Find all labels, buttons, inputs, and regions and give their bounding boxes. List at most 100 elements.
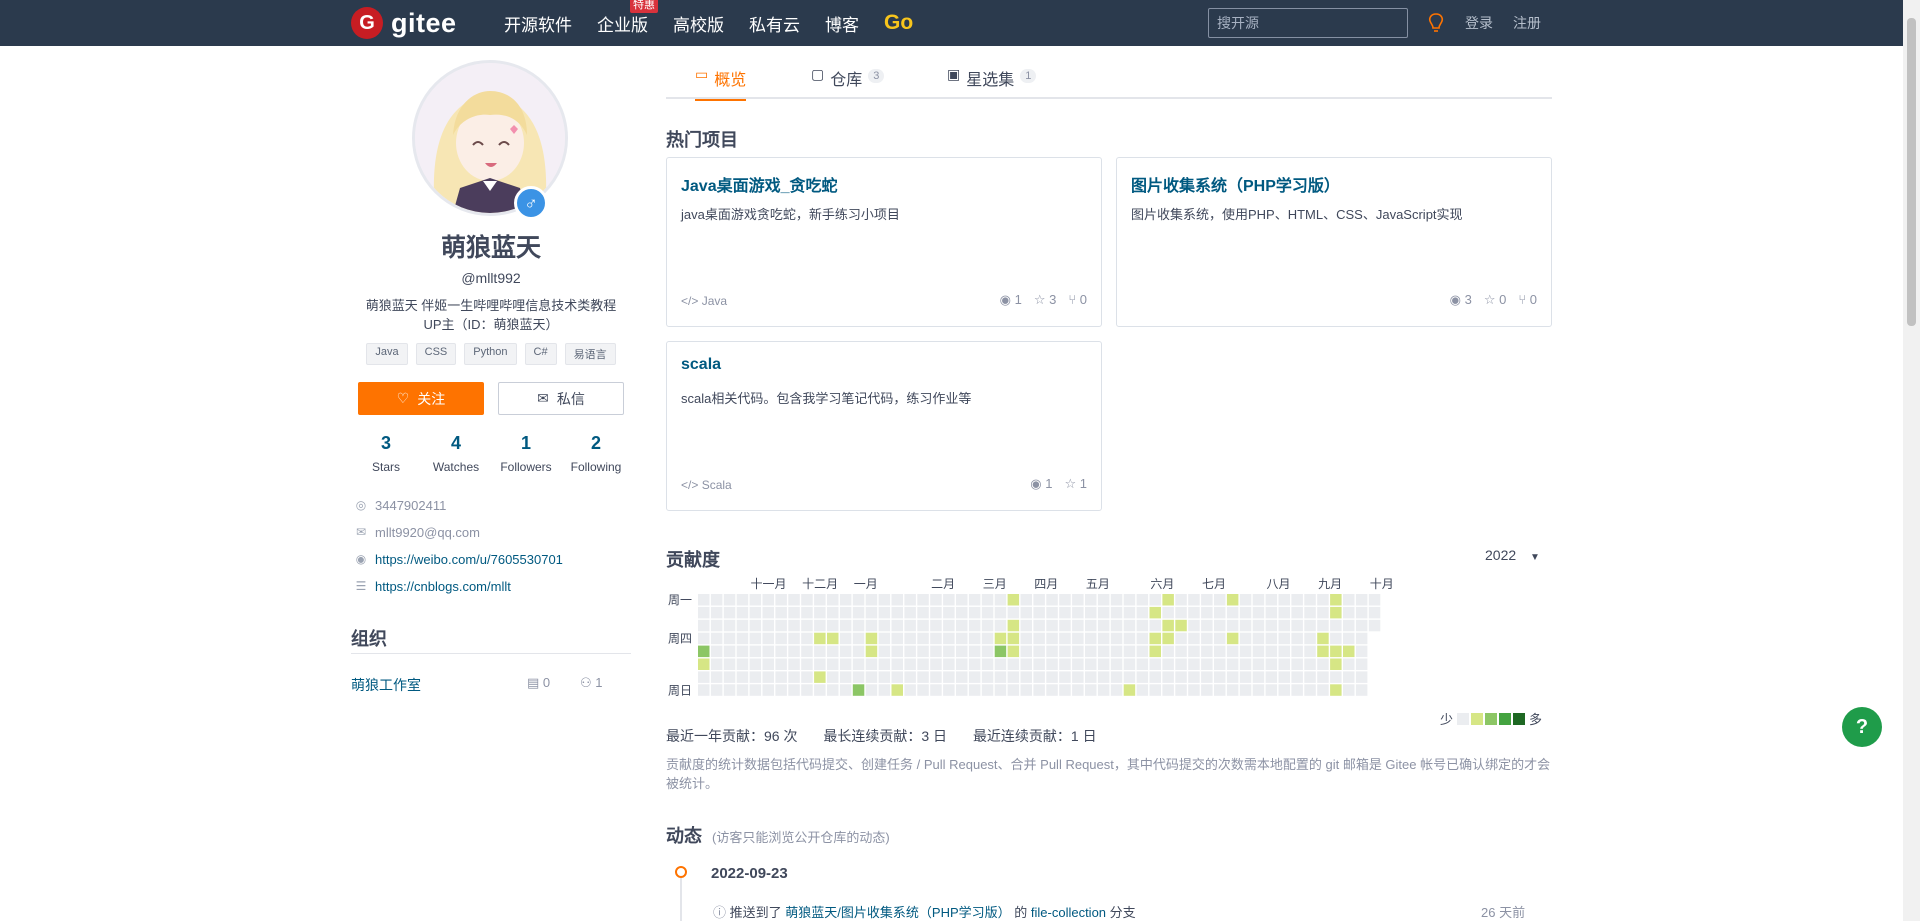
contribution-cell[interactable] bbox=[775, 632, 787, 645]
contribution-cell[interactable] bbox=[1278, 658, 1291, 671]
contribution-cell[interactable] bbox=[1136, 645, 1149, 658]
contribution-cell[interactable] bbox=[968, 658, 981, 671]
contribution-cell[interactable] bbox=[1097, 684, 1110, 696]
contribution-cell[interactable] bbox=[981, 594, 994, 606]
contribution-cell[interactable] bbox=[1059, 671, 1071, 683]
contribution-cell[interactable] bbox=[1291, 606, 1303, 619]
contribution-cell[interactable] bbox=[736, 619, 749, 632]
contribution-cell[interactable] bbox=[1278, 594, 1291, 606]
contribution-cell[interactable] bbox=[1304, 671, 1316, 683]
contribution-cell[interactable] bbox=[943, 632, 955, 645]
contribution-cell[interactable] bbox=[1085, 684, 1097, 696]
contribution-cell[interactable] bbox=[1214, 671, 1226, 683]
contribution-cell[interactable] bbox=[1278, 684, 1291, 696]
contribution-cell[interactable] bbox=[1175, 645, 1187, 658]
contribution-cell[interactable] bbox=[1033, 645, 1045, 658]
contribution-cell[interactable] bbox=[1239, 606, 1252, 619]
contribution-cell[interactable] bbox=[1149, 658, 1162, 671]
contribution-cell[interactable] bbox=[1330, 619, 1342, 632]
contribution-cell[interactable] bbox=[1317, 645, 1329, 658]
contribution-cell[interactable] bbox=[1304, 645, 1316, 658]
contribution-cell[interactable] bbox=[904, 684, 916, 696]
contribution-cell[interactable] bbox=[1265, 671, 1278, 683]
contribution-cell[interactable] bbox=[1226, 645, 1239, 658]
contribution-cell[interactable] bbox=[1291, 671, 1303, 683]
contribution-cell[interactable] bbox=[1226, 671, 1239, 683]
contribution-cell[interactable] bbox=[878, 619, 891, 632]
contribution-cell[interactable] bbox=[1085, 594, 1097, 606]
contribution-cell[interactable] bbox=[1007, 645, 1020, 658]
contribution-cell[interactable] bbox=[1304, 594, 1316, 606]
contribution-cell[interactable] bbox=[1097, 658, 1110, 671]
contribution-cell[interactable] bbox=[1368, 619, 1381, 632]
contribution-cell[interactable] bbox=[1188, 594, 1200, 606]
contribution-cell[interactable] bbox=[839, 645, 852, 658]
contribution-cell[interactable] bbox=[1330, 671, 1342, 683]
contribution-cell[interactable] bbox=[968, 594, 981, 606]
contribution-cell[interactable] bbox=[1033, 594, 1045, 606]
gitee-logo[interactable]: G gitee bbox=[351, 7, 457, 39]
contribution-cell[interactable] bbox=[1214, 632, 1226, 645]
contribution-cell[interactable] bbox=[723, 684, 736, 696]
contribution-cell[interactable] bbox=[1188, 606, 1200, 619]
contribution-cell[interactable] bbox=[865, 684, 878, 696]
contribution-cell[interactable] bbox=[917, 671, 929, 683]
contribution-cell[interactable] bbox=[981, 671, 994, 683]
contribution-cell[interactable] bbox=[1239, 594, 1252, 606]
contribution-cell[interactable] bbox=[1072, 606, 1084, 619]
contribution-cell[interactable] bbox=[1252, 594, 1265, 606]
contribution-cell[interactable] bbox=[775, 645, 787, 658]
contribution-cell[interactable] bbox=[956, 645, 968, 658]
contribution-cell[interactable] bbox=[1072, 594, 1084, 606]
contribution-cell[interactable] bbox=[1330, 658, 1342, 671]
contribution-cell[interactable] bbox=[1252, 658, 1265, 671]
contribution-cell[interactable] bbox=[852, 632, 865, 645]
contribution-cell[interactable] bbox=[956, 671, 968, 683]
contribution-cell[interactable] bbox=[788, 619, 800, 632]
contribution-cell[interactable] bbox=[801, 632, 813, 645]
contribution-cell[interactable] bbox=[1175, 632, 1187, 645]
contribution-cell[interactable] bbox=[839, 606, 852, 619]
contribution-cell[interactable] bbox=[1020, 671, 1033, 683]
contribution-cell[interactable] bbox=[839, 594, 852, 606]
contribution-cell[interactable] bbox=[943, 684, 955, 696]
contribution-cell[interactable] bbox=[762, 684, 775, 696]
contribution-cell[interactable] bbox=[1046, 684, 1058, 696]
contribution-cell[interactable] bbox=[1355, 645, 1368, 658]
contribution-cell[interactable] bbox=[1317, 619, 1329, 632]
contribution-cell[interactable] bbox=[827, 684, 839, 696]
blog-link[interactable]: https://cnblogs.com/mllt bbox=[375, 579, 511, 594]
contribution-cell[interactable] bbox=[852, 619, 865, 632]
contribution-cell[interactable] bbox=[1007, 671, 1020, 683]
contribution-cell[interactable] bbox=[775, 658, 787, 671]
contribution-cell[interactable] bbox=[865, 606, 878, 619]
contribution-cell[interactable] bbox=[1072, 632, 1084, 645]
language-tag[interactable]: Python bbox=[464, 343, 517, 365]
contribution-cell[interactable] bbox=[956, 619, 968, 632]
contribution-cell[interactable] bbox=[814, 645, 826, 658]
contribution-cell[interactable] bbox=[698, 658, 710, 671]
contribution-cell[interactable] bbox=[1149, 632, 1162, 645]
contribution-cell[interactable] bbox=[1188, 632, 1200, 645]
contribution-cell[interactable] bbox=[788, 658, 800, 671]
contribution-cell[interactable] bbox=[775, 594, 787, 606]
contribution-cell[interactable] bbox=[788, 684, 800, 696]
contribution-cell[interactable] bbox=[749, 594, 762, 606]
register-link[interactable]: 注册 bbox=[1513, 0, 1541, 46]
contribution-cell[interactable] bbox=[956, 684, 968, 696]
contribution-cell[interactable] bbox=[891, 594, 904, 606]
contribution-cell[interactable] bbox=[865, 658, 878, 671]
contribution-cell[interactable] bbox=[839, 684, 852, 696]
contribution-cell[interactable] bbox=[1343, 606, 1355, 619]
contribution-cell[interactable] bbox=[1020, 632, 1033, 645]
contribution-cell[interactable] bbox=[839, 671, 852, 683]
contribution-cell[interactable] bbox=[723, 606, 736, 619]
contribution-cell[interactable] bbox=[814, 594, 826, 606]
contribution-cell[interactable] bbox=[943, 619, 955, 632]
contribution-cell[interactable] bbox=[762, 594, 775, 606]
language-tag[interactable]: C# bbox=[524, 343, 557, 365]
contribution-cell[interactable] bbox=[1162, 658, 1174, 671]
contribution-cell[interactable] bbox=[762, 606, 775, 619]
contribution-cell[interactable] bbox=[1097, 619, 1110, 632]
contribution-cell[interactable] bbox=[1059, 684, 1071, 696]
